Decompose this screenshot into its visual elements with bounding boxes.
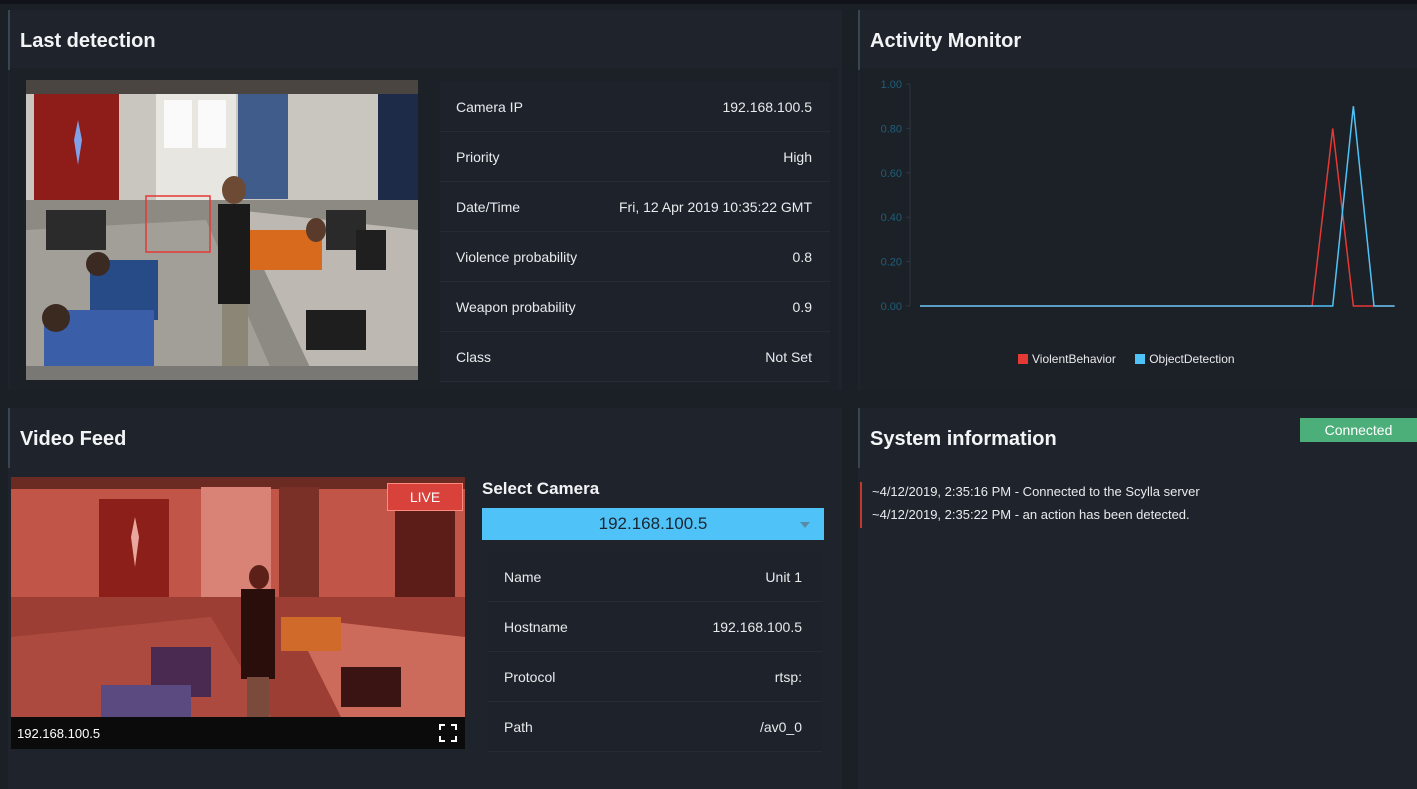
activity-chart: 1.00 0.80 0.60 0.40 0.20 0.00 <box>881 79 1395 313</box>
detection-snapshot-image <box>26 80 418 380</box>
table-row: Protocol rtsp: <box>488 652 822 702</box>
row-value: 192.168.100.5 <box>722 99 812 115</box>
video-camera-ip: 192.168.100.5 <box>17 726 101 741</box>
camera-details-table: Name Unit 1 Hostname 192.168.100.5 Protoco… <box>488 552 822 752</box>
legend-item-violent[interactable]: ViolentBehavior <box>1018 352 1116 366</box>
live-badge: LIVE <box>387 483 463 511</box>
select-camera-label: Select Camera <box>482 479 600 498</box>
top-border <box>0 0 1417 4</box>
y-tick-label: 0.00 <box>881 301 902 313</box>
row-value: Fri, 12 Apr 2019 10:35:22 GMT <box>619 199 812 215</box>
row-value: Not Set <box>765 349 812 365</box>
series-line-ViolentBehavior <box>920 128 1395 307</box>
y-tick-label: 0.60 <box>881 168 902 180</box>
y-tick-label: 1.00 <box>881 79 902 91</box>
fullscreen-icon[interactable] <box>439 724 457 742</box>
row-key: Class <box>456 349 492 365</box>
row-key: Name <box>504 569 542 585</box>
legend-label: ViolentBehavior <box>1032 352 1116 366</box>
legend-swatch <box>1135 354 1146 364</box>
panel-title: Last detection <box>20 30 156 52</box>
last-detection-panel: Last detection Camera IP 192.168.100.5 P… <box>8 10 842 390</box>
video-feed-panel: Video Feed LIVE 192.168.100.5 Select Cam… <box>8 408 842 789</box>
table-row: Hostname 192.168.100.5 <box>488 602 822 652</box>
table-row: Date/Time Fri, 12 Apr 2019 10:35:22 GMT <box>440 182 830 232</box>
row-key: Camera IP <box>456 99 523 115</box>
legend-swatch <box>1018 354 1028 364</box>
y-tick-label: 0.40 <box>881 212 902 224</box>
row-value: 0.8 <box>792 249 812 265</box>
table-row: Name Unit 1 <box>488 552 822 602</box>
legend: ViolentBehavior ObjectDetection <box>1018 352 1235 366</box>
panel-header: Last detection <box>8 10 842 70</box>
row-value: High <box>783 149 812 165</box>
row-key: Path <box>504 719 533 735</box>
log-entry: ~4/12/2019, 2:35:22 PM - an action has b… <box>860 505 1200 528</box>
row-key: Weapon probability <box>456 299 576 315</box>
panel-title: Video Feed <box>20 428 127 450</box>
log-entry: ~4/12/2019, 2:35:16 PM - Connected to th… <box>860 482 1200 505</box>
legend-item-object[interactable]: ObjectDetection <box>1135 352 1235 366</box>
video-control-bar: 192.168.100.5 <box>11 717 465 749</box>
table-row: Camera IP 192.168.100.5 <box>440 82 830 132</box>
camera-select-dropdown[interactable]: 192.168.100.5 <box>482 508 824 540</box>
row-value: Unit 1 <box>765 569 802 585</box>
panel-title: Activity Monitor <box>870 30 1022 52</box>
legend-label: ObjectDetection <box>1149 352 1235 366</box>
row-key: Date/Time <box>456 199 521 215</box>
detection-details-table: Camera IP 192.168.100.5 Priority High Date… <box>440 82 830 382</box>
row-key: Violence probability <box>456 249 578 265</box>
selected-camera-value: 192.168.100.5 <box>598 514 708 533</box>
panel-title: System information <box>870 428 1057 450</box>
y-tick-label: 0.20 <box>881 257 902 269</box>
row-value: /av0_0 <box>759 719 802 735</box>
row-key: Priority <box>456 149 500 165</box>
table-row: Violence probability 0.8 <box>440 232 830 282</box>
table-row: Priority High <box>440 132 830 182</box>
row-value: rtsp: <box>774 669 802 685</box>
table-row: Path/av0_0 <box>488 702 822 752</box>
table-row: Weapon probability 0.9 <box>440 282 830 332</box>
panel-header: Video Feed <box>8 408 842 468</box>
system-log: ~4/12/2019, 2:35:16 PM - Connected to th… <box>860 482 1200 528</box>
row-value: 0.9 <box>792 299 812 315</box>
connection-status-badge: Connected <box>1300 418 1417 442</box>
table-row: Class Not Set <box>440 332 830 382</box>
chevron-down-icon <box>800 522 810 528</box>
live-video-player[interactable]: LIVE 192.168.100.5 <box>11 477 465 749</box>
row-key: Protocol <box>504 669 556 685</box>
system-information-panel: System information Connected ~4/12/2019,… <box>858 408 1417 789</box>
row-key: Hostname <box>504 619 568 635</box>
activity-monitor-panel: Activity Monitor 1.00 0.80 0.60 0.40 0.20 0.0… <box>858 10 1417 390</box>
y-tick-label: 0.80 <box>881 123 902 135</box>
row-value: 192.168.100.5 <box>712 619 802 635</box>
